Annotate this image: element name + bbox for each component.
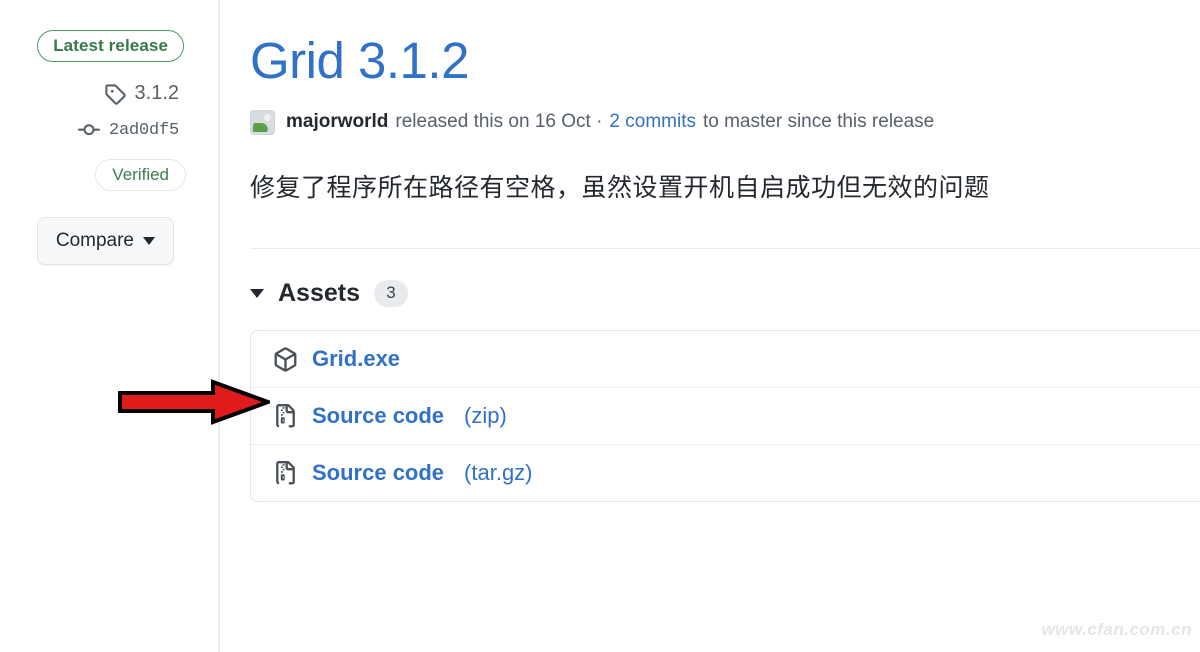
compare-button-label: Compare [55, 230, 134, 251]
commits-link[interactable]: 2 commits [609, 110, 696, 135]
commit-row[interactable]: 2ad0df5 [77, 119, 179, 141]
asset-name[interactable]: Source code [312, 460, 444, 486]
section-divider [250, 248, 1200, 250]
asset-row-source-targz[interactable]: Source code (tar.gz) [251, 445, 1200, 501]
release-main: Grid 3.1.2 majorworld released this on 1… [220, 0, 1200, 652]
assets-count-badge: 3 [374, 280, 408, 307]
commit-hash: 2ad0df5 [108, 120, 179, 140]
asset-name[interactable]: Grid.exe [312, 346, 400, 372]
file-zip-icon [273, 460, 298, 486]
watermark: www.cfan.com.cn [1041, 620, 1192, 639]
tag-label: 3.1.2 [134, 82, 179, 104]
release-page: Latest release 3.1.2 2ad0df5 Verified Co… [0, 0, 1200, 652]
chevron-down-icon [143, 237, 155, 245]
released-text: released this on 16 Oct · [395, 110, 603, 132]
avatar[interactable] [250, 109, 275, 135]
verified-badge[interactable]: Verified [95, 159, 186, 191]
assets-list: Grid.exe Source code (zip) Source code (… [250, 330, 1200, 503]
page-title[interactable]: Grid 3.1.2 [250, 34, 469, 88]
caret-down-icon[interactable] [250, 289, 264, 299]
asset-name[interactable]: Source code [312, 403, 444, 429]
asset-suffix: (zip) [464, 403, 507, 429]
package-icon [273, 346, 298, 372]
tag-row[interactable]: 3.1.2 [104, 82, 179, 105]
release-body-text: 修复了程序所在路径有空格，虽然设置开机自启成功但无效的问题 [250, 172, 990, 202]
latest-release-badge: Latest release [37, 30, 184, 62]
asset-suffix: (tar.gz) [464, 460, 533, 486]
commit-icon [77, 119, 100, 141]
tag-icon [104, 83, 126, 105]
release-sidebar: Latest release 3.1.2 2ad0df5 Verified Co… [0, 0, 220, 652]
file-zip-icon [273, 403, 298, 429]
asset-row-source-zip[interactable]: Source code (zip) [251, 388, 1200, 446]
asset-row-grid-exe[interactable]: Grid.exe [251, 331, 1200, 389]
assets-header[interactable]: Assets 3 [250, 279, 1200, 308]
byline-trailing-text: to master since this release [702, 110, 935, 132]
release-byline: majorworld released this on 16 Oct · 2 c… [250, 109, 1200, 135]
assets-label: Assets [278, 279, 360, 308]
compare-button[interactable]: Compare [36, 217, 174, 265]
author-link[interactable]: majorworld [286, 110, 388, 135]
